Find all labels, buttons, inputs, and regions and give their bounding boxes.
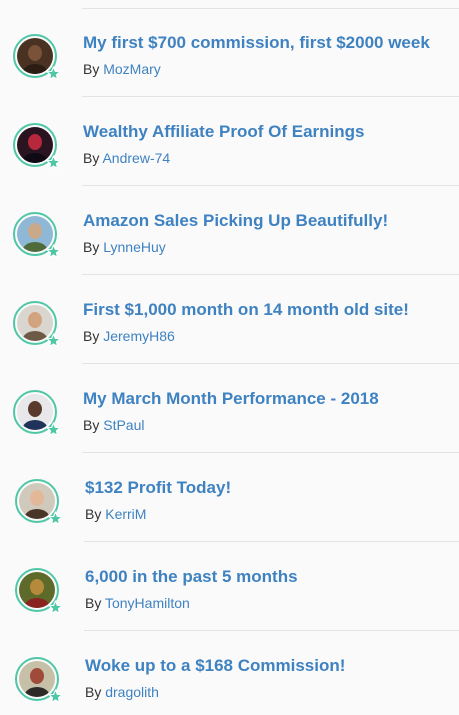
author-link[interactable]: LynneHuy [103,239,166,255]
author-link[interactable]: MozMary [103,61,161,77]
post-byline: By KerriM [85,506,146,522]
post-title-link[interactable]: Woke up to a $168 Commission! [85,656,345,676]
avatar[interactable] [13,212,61,259]
star-badge-icon [48,689,63,704]
avatar[interactable] [13,301,61,348]
star-badge-icon [46,244,61,259]
list-item: My March Month Performance - 2018 By StP… [0,364,459,453]
star-badge-icon [48,511,63,526]
list-item: $132 Profit Today! By KerriM [0,453,459,542]
by-label: By [85,684,102,700]
avatar[interactable] [13,123,61,170]
post-byline: By LynneHuy [83,239,166,255]
post-title-link[interactable]: 6,000 in the past 5 months [85,567,298,587]
post-title-link[interactable]: My March Month Performance - 2018 [83,389,379,409]
star-badge-icon [48,600,63,615]
post-title-link[interactable]: $132 Profit Today! [85,478,231,498]
author-link[interactable]: Andrew-74 [102,150,170,166]
by-label: By [83,417,100,433]
post-title-link[interactable]: Wealthy Affiliate Proof Of Earnings [83,122,364,142]
author-link[interactable]: JeremyH86 [103,328,175,344]
avatar[interactable] [15,657,63,704]
avatar[interactable] [15,568,63,615]
list-item: My first $700 commission, first $2000 we… [0,8,459,97]
star-badge-icon [46,422,61,437]
post-byline: By TonyHamilton [85,595,190,611]
by-label: By [83,239,100,255]
list-item: Wealthy Affiliate Proof Of Earnings By A… [0,97,459,186]
by-label: By [85,506,102,522]
post-byline: By JeremyH86 [83,328,175,344]
avatar[interactable] [13,390,61,437]
star-badge-icon [46,155,61,170]
list-item: Amazon Sales Picking Up Beautifully! By … [0,186,459,275]
post-byline: By dragolith [85,684,159,700]
author-link[interactable]: TonyHamilton [105,595,190,611]
star-badge-icon [46,333,61,348]
author-link[interactable]: KerriM [105,506,146,522]
by-label: By [85,595,102,611]
author-link[interactable]: dragolith [105,684,159,700]
post-title-link[interactable]: Amazon Sales Picking Up Beautifully! [83,211,388,231]
success-stories-feed: My first $700 commission, first $2000 we… [0,0,459,715]
list-item: Woke up to a $168 Commission! By dragoli… [0,631,459,715]
by-label: By [83,61,100,77]
avatar[interactable] [13,34,61,81]
list-item: 6,000 in the past 5 months By TonyHamilt… [0,542,459,631]
post-title-link[interactable]: My first $700 commission, first $2000 we… [83,33,430,53]
star-badge-icon [46,66,61,81]
post-byline: By MozMary [83,61,161,77]
list-item: First $1,000 month on 14 month old site!… [0,275,459,364]
avatar[interactable] [15,479,63,526]
post-byline: By StPaul [83,417,144,433]
post-byline: By Andrew-74 [83,150,170,166]
author-link[interactable]: StPaul [103,417,144,433]
by-label: By [83,328,100,344]
post-title-link[interactable]: First $1,000 month on 14 month old site! [83,300,409,320]
by-label: By [83,150,100,166]
